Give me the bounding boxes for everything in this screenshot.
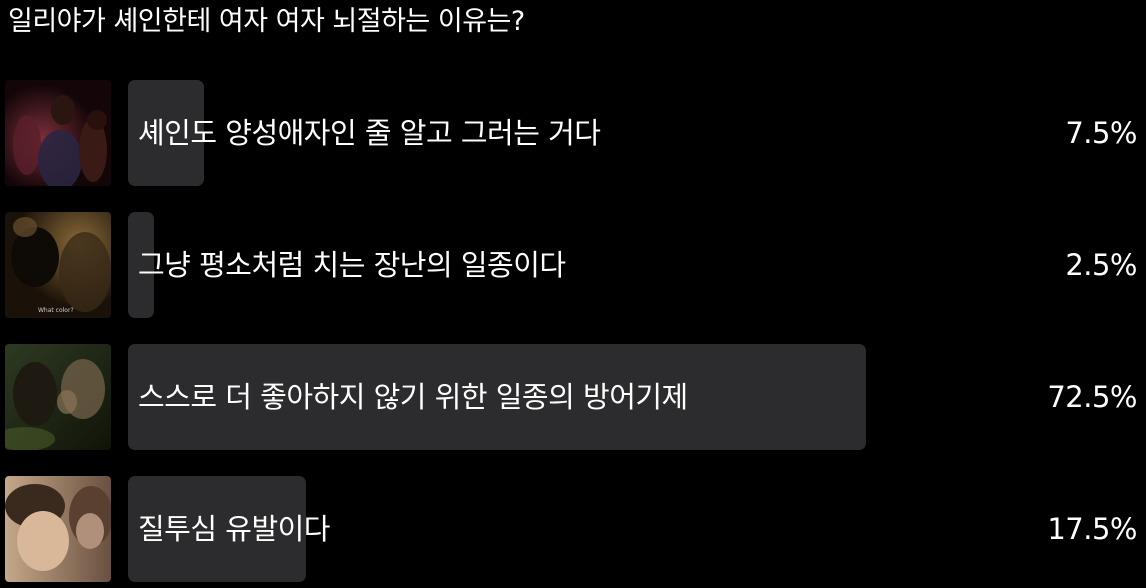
option-1-label: 셰인도 양성애자인 줄 알고 그러는 거다 (138, 116, 601, 150)
option-1-thumbnail (5, 80, 111, 186)
poll-option-3[interactable]: 스스로 더 좋아하지 않기 위한 일종의 방어기제 72.5% (0, 344, 1146, 450)
poll-question: 일리야가 셰인한테 여자 여자 뇌절하는 이유는? (8, 6, 525, 37)
option-4-label: 질투심 유발이다 (138, 512, 330, 546)
option-1-percent: 7.5% (1065, 116, 1137, 150)
option-3-percent: 72.5% (1047, 380, 1137, 414)
poll-option-1[interactable]: 셰인도 양성애자인 줄 알고 그러는 거다 7.5% (0, 80, 1146, 186)
option-2-percent: 2.5% (1065, 248, 1137, 282)
option-4-thumbnail (5, 476, 111, 582)
option-3-label: 스스로 더 좋아하지 않기 위한 일종의 방어기제 (138, 380, 688, 414)
option-4-percent: 17.5% (1047, 512, 1137, 546)
poll-option-4[interactable]: 질투심 유발이다 17.5% (0, 476, 1146, 582)
thumb-caption: What color? (38, 307, 74, 314)
option-2-label: 그냥 평소처럼 치는 장난의 일종이다 (138, 248, 566, 282)
poll-option-2[interactable]: What color? 그냥 평소처럼 치는 장난의 일종이다 2.5% (0, 212, 1146, 318)
option-3-thumbnail (5, 344, 111, 450)
option-2-thumbnail: What color? (5, 212, 111, 318)
